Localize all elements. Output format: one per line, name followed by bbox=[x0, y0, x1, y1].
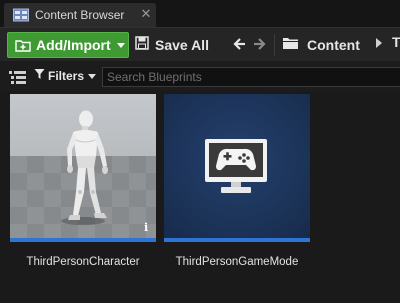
forward-arrow-icon[interactable] bbox=[252, 36, 268, 52]
back-arrow-icon[interactable] bbox=[231, 36, 247, 52]
save-icon bbox=[135, 35, 149, 55]
filter-funnel-icon bbox=[34, 67, 45, 85]
mannequin-icon bbox=[61, 110, 108, 225]
breadcrumb-label: Content bbox=[307, 37, 360, 53]
gamepad-monitor-icon bbox=[205, 139, 267, 193]
asset-tile-third-person-character[interactable]: i ThirdPersonCharacter bbox=[10, 94, 156, 268]
tab-title: Content Browser bbox=[35, 8, 125, 22]
filters-label: Filters bbox=[48, 69, 85, 83]
filter-bar: Filters bbox=[0, 61, 400, 91]
folder-icon bbox=[282, 36, 299, 55]
add-folder-icon bbox=[15, 37, 31, 53]
asset-tile-third-person-game-mode[interactable]: ThirdPersonGameMode bbox=[164, 94, 310, 268]
toolbar-divider bbox=[274, 34, 275, 56]
asset-name: ThirdPersonGameMode bbox=[175, 256, 299, 268]
asset-type-bar bbox=[10, 238, 156, 242]
tab-content-browser[interactable]: Content Browser ✕ bbox=[4, 3, 156, 27]
save-all-label: Save All bbox=[155, 37, 209, 53]
content-browser-icon bbox=[13, 8, 29, 22]
asset-thumbnail: i bbox=[10, 94, 156, 238]
chevron-down-icon bbox=[116, 42, 125, 48]
breadcrumb-next[interactable]: T bbox=[392, 34, 400, 50]
filters-button[interactable]: Filters bbox=[34, 67, 97, 85]
chevron-down-icon bbox=[88, 73, 97, 79]
add-import-label: Add/Import bbox=[36, 37, 111, 53]
close-icon[interactable]: ✕ bbox=[139, 7, 153, 21]
breadcrumb-arrow-icon[interactable] bbox=[376, 38, 382, 48]
toolbar: Add/Import Save All Content T bbox=[0, 27, 400, 61]
asset-type-bar bbox=[164, 238, 310, 242]
info-icon: i bbox=[144, 221, 149, 234]
asset-grid: i ThirdPersonCharacter ThirdPersonGameMo… bbox=[0, 91, 400, 303]
save-all-button[interactable]: Save All bbox=[135, 32, 209, 58]
tab-bar: Content Browser ✕ bbox=[0, 0, 400, 27]
search-input[interactable] bbox=[102, 67, 400, 87]
breadcrumb-content[interactable]: Content bbox=[282, 32, 360, 58]
sources-panel-toggle-icon[interactable] bbox=[9, 70, 26, 84]
asset-thumbnail bbox=[164, 94, 310, 238]
asset-name: ThirdPersonCharacter bbox=[26, 256, 140, 268]
add-import-button[interactable]: Add/Import bbox=[7, 32, 129, 58]
